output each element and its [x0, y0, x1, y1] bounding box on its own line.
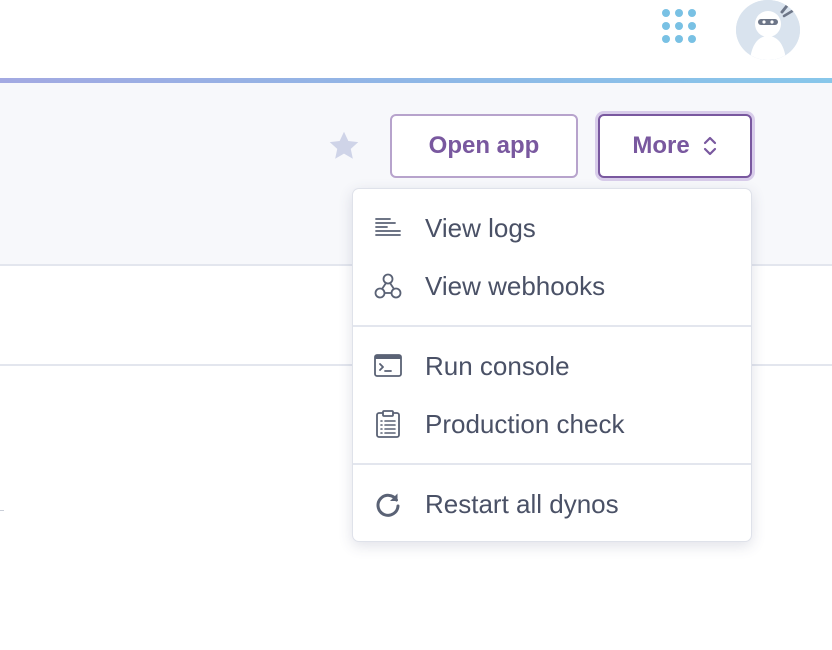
menu-item-label: View logs [425, 212, 536, 243]
menu-item-view-logs[interactable]: View logs [353, 199, 751, 257]
console-icon [373, 351, 403, 381]
menu-item-run-console[interactable]: Run console [353, 337, 751, 395]
restart-icon [373, 489, 403, 519]
menu-item-view-webhooks[interactable]: View webhooks [353, 257, 751, 315]
more-dropdown-menu: View logs View webhooks Run console Prod… [352, 188, 752, 542]
edge-divider [0, 510, 4, 511]
menu-item-restart-all-dynos[interactable]: Restart all dynos [353, 475, 751, 533]
open-app-button[interactable]: Open app [390, 114, 578, 178]
logs-icon [373, 213, 403, 243]
app-window: Open app More View logs View webhooks Ru… [0, 0, 832, 650]
more-button[interactable]: More [598, 114, 752, 178]
user-avatar-icon[interactable] [736, 0, 800, 60]
menu-item-label: Restart all dynos [425, 488, 619, 519]
menu-item-production-check[interactable]: Production check [353, 395, 751, 453]
open-app-button-label: Open app [428, 132, 540, 159]
more-button-label: More [632, 132, 690, 159]
top-navigation-bar [0, 0, 832, 78]
clipboard-checklist-icon [373, 409, 403, 439]
webhooks-icon [373, 271, 403, 301]
chevron-up-down-icon [702, 135, 718, 157]
menu-divider [353, 325, 751, 327]
star-icon[interactable] [326, 128, 362, 164]
menu-item-label: Run console [425, 350, 570, 381]
apps-grid-icon[interactable] [662, 9, 702, 49]
menu-item-label: Production check [425, 408, 625, 439]
menu-item-label: View webhooks [425, 270, 606, 301]
menu-divider [353, 463, 751, 465]
